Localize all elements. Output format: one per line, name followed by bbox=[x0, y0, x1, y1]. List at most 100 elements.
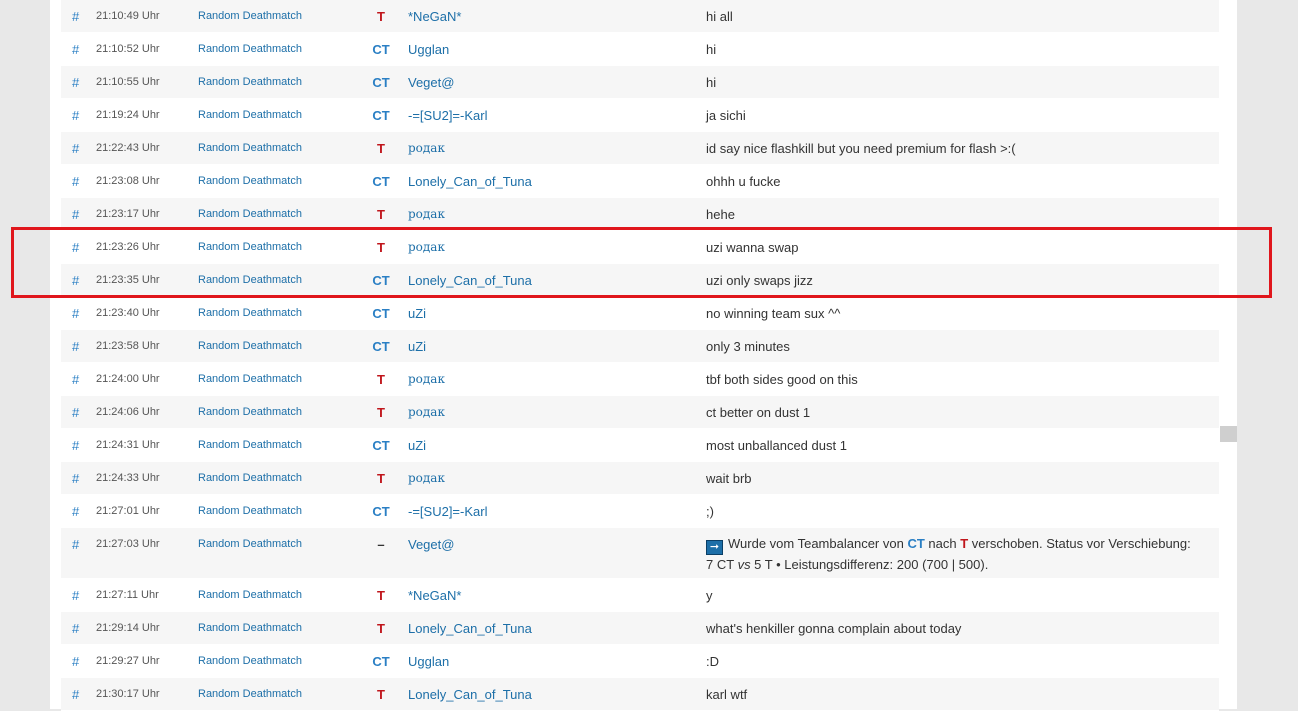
permalink-hash[interactable]: # bbox=[72, 330, 79, 363]
server-link[interactable]: Random Deathmatch bbox=[198, 264, 302, 297]
chat-message: uzi wanna swap bbox=[706, 240, 799, 255]
permalink-hash[interactable]: # bbox=[72, 645, 79, 678]
server-link[interactable]: Random Deathmatch bbox=[198, 165, 302, 198]
server-link[interactable]: Random Deathmatch bbox=[198, 198, 302, 231]
player-link[interactable]: Lonely_Can_of_Tuna bbox=[408, 165, 532, 198]
msg-text: 7 CT bbox=[706, 557, 738, 572]
server-link[interactable]: Random Deathmatch bbox=[198, 231, 302, 264]
msg-text: verschoben. Status vor Verschiebung: bbox=[968, 536, 1191, 551]
player-link[interactable]: uZi bbox=[408, 297, 426, 330]
player-link[interactable]: uZi bbox=[408, 330, 426, 363]
player-link[interactable]: родак bbox=[408, 462, 445, 495]
server-link[interactable]: Random Deathmatch bbox=[198, 99, 302, 132]
player-link[interactable]: Ugglan bbox=[408, 33, 449, 66]
msg-vs: vs bbox=[737, 557, 751, 572]
player-link[interactable]: -=[SU2]=-Karl bbox=[408, 495, 487, 528]
server-link[interactable]: Random Deathmatch bbox=[198, 330, 302, 363]
chat-message: hehe bbox=[706, 207, 735, 222]
player-link[interactable]: родак bbox=[408, 231, 445, 264]
permalink-hash[interactable]: # bbox=[72, 33, 79, 66]
permalink-hash[interactable]: # bbox=[72, 579, 79, 612]
server-link[interactable]: Random Deathmatch bbox=[198, 462, 302, 495]
player-link[interactable]: родак bbox=[408, 132, 445, 165]
chat-message: hi bbox=[706, 42, 717, 57]
permalink-hash[interactable]: # bbox=[72, 612, 79, 645]
server-link[interactable]: Random Deathmatch bbox=[198, 363, 302, 396]
timestamp: 21:24:00 Uhr bbox=[96, 373, 160, 385]
server-link[interactable]: Random Deathmatch bbox=[198, 678, 302, 711]
team-badge: T bbox=[377, 588, 385, 603]
permalink-hash[interactable]: # bbox=[72, 363, 79, 396]
server-link[interactable]: Random Deathmatch bbox=[198, 645, 302, 678]
timestamp: 21:23:08 Uhr bbox=[96, 175, 160, 187]
server-link[interactable]: Random Deathmatch bbox=[198, 495, 302, 528]
permalink-hash[interactable]: # bbox=[72, 198, 79, 231]
server-link[interactable]: Random Deathmatch bbox=[198, 66, 302, 99]
server-link[interactable]: Random Deathmatch bbox=[198, 396, 302, 429]
permalink-hash[interactable]: # bbox=[72, 528, 79, 561]
permalink-hash[interactable]: # bbox=[72, 297, 79, 330]
player-link[interactable]: Lonely_Can_of_Tuna bbox=[408, 264, 532, 297]
chat-message: ;) bbox=[706, 504, 714, 519]
chat-message: tbf both sides good on this bbox=[706, 372, 858, 387]
permalink-hash[interactable]: # bbox=[72, 678, 79, 711]
team-badge: CT bbox=[372, 504, 390, 519]
permalink-hash[interactable]: # bbox=[72, 264, 79, 297]
msg-text: nach bbox=[924, 536, 961, 551]
team-badge: T bbox=[377, 141, 385, 156]
chat-message: uzi only swaps jizz bbox=[706, 273, 813, 288]
permalink-hash[interactable]: # bbox=[72, 462, 79, 495]
chat-message: only 3 minutes bbox=[706, 339, 790, 354]
chat-row: #21:24:06 Uhr Random Deathmatch Tродак ct b… bbox=[61, 396, 1219, 429]
team-badge: CT bbox=[372, 273, 390, 288]
player-link[interactable]: *NeGaN* bbox=[408, 0, 461, 33]
server-link[interactable]: Random Deathmatch bbox=[198, 612, 302, 645]
server-link[interactable]: Random Deathmatch bbox=[198, 132, 302, 165]
player-link[interactable]: Lonely_Can_of_Tuna bbox=[408, 612, 532, 645]
player-link[interactable]: родак bbox=[408, 198, 445, 231]
team-badge: T bbox=[377, 372, 385, 387]
arrow-right-icon: ➞ bbox=[706, 540, 723, 555]
permalink-hash[interactable]: # bbox=[72, 231, 79, 264]
player-link[interactable]: родак bbox=[408, 363, 445, 396]
chat-row: #21:23:17 Uhr Random Deathmatch Tродак hehe bbox=[61, 198, 1219, 231]
server-link[interactable]: Random Deathmatch bbox=[198, 33, 302, 66]
permalink-hash[interactable]: # bbox=[72, 0, 79, 33]
scrollbar-thumb[interactable] bbox=[1220, 426, 1237, 442]
server-link[interactable]: Random Deathmatch bbox=[198, 579, 302, 612]
chat-row: #21:24:33 Uhr Random Deathmatch Tродак wait… bbox=[61, 462, 1219, 495]
timestamp: 21:24:06 Uhr bbox=[96, 406, 160, 418]
player-link[interactable]: uZi bbox=[408, 429, 426, 462]
chat-message: hi bbox=[706, 75, 717, 90]
msg-text: Wurde vom Teambalancer von bbox=[728, 536, 908, 551]
chat-row: #21:23:58 Uhr Random Deathmatch CT uZi only … bbox=[61, 330, 1219, 363]
player-link[interactable]: Lonely_Can_of_Tuna bbox=[408, 678, 532, 711]
chat-row: #21:23:08 Uhr Random Deathmatch CT Lonely_C… bbox=[61, 165, 1219, 198]
timestamp: 21:27:11 Uhr bbox=[96, 589, 159, 601]
server-link[interactable]: Random Deathmatch bbox=[198, 0, 302, 33]
server-link[interactable]: Random Deathmatch bbox=[198, 528, 302, 561]
permalink-hash[interactable]: # bbox=[72, 99, 79, 132]
chatlog-table: #21:10:49 Uhr Random Deathmatch T *NeGaN* hi… bbox=[61, 0, 1219, 711]
player-link[interactable]: Veget@ bbox=[408, 528, 454, 561]
server-link[interactable]: Random Deathmatch bbox=[198, 429, 302, 462]
permalink-hash[interactable]: # bbox=[72, 495, 79, 528]
team-badge: CT bbox=[372, 174, 390, 189]
chat-row: #21:23:35 Uhr Random Deathmatch CT Lonely_C… bbox=[61, 264, 1219, 297]
chat-row: #21:10:52 Uhr Random Deathmatch CT Ugglan hi bbox=[61, 33, 1219, 66]
player-link[interactable]: *NeGaN* bbox=[408, 579, 461, 612]
player-link[interactable]: -=[SU2]=-Karl bbox=[408, 99, 487, 132]
player-link[interactable]: Ugglan bbox=[408, 645, 449, 678]
permalink-hash[interactable]: # bbox=[72, 132, 79, 165]
player-link[interactable]: Veget@ bbox=[408, 66, 454, 99]
server-link[interactable]: Random Deathmatch bbox=[198, 297, 302, 330]
permalink-hash[interactable]: # bbox=[72, 66, 79, 99]
player-link[interactable]: родак bbox=[408, 396, 445, 429]
permalink-hash[interactable]: # bbox=[72, 165, 79, 198]
permalink-hash[interactable]: # bbox=[72, 429, 79, 462]
timestamp: 21:24:33 Uhr bbox=[96, 472, 160, 484]
timestamp: 21:27:03 Uhr bbox=[96, 538, 160, 550]
team-badge: CT bbox=[372, 654, 390, 669]
permalink-hash[interactable]: # bbox=[72, 396, 79, 429]
chat-row: #21:27:11 Uhr Random Deathmatch T *NeGaN* y bbox=[61, 579, 1219, 612]
